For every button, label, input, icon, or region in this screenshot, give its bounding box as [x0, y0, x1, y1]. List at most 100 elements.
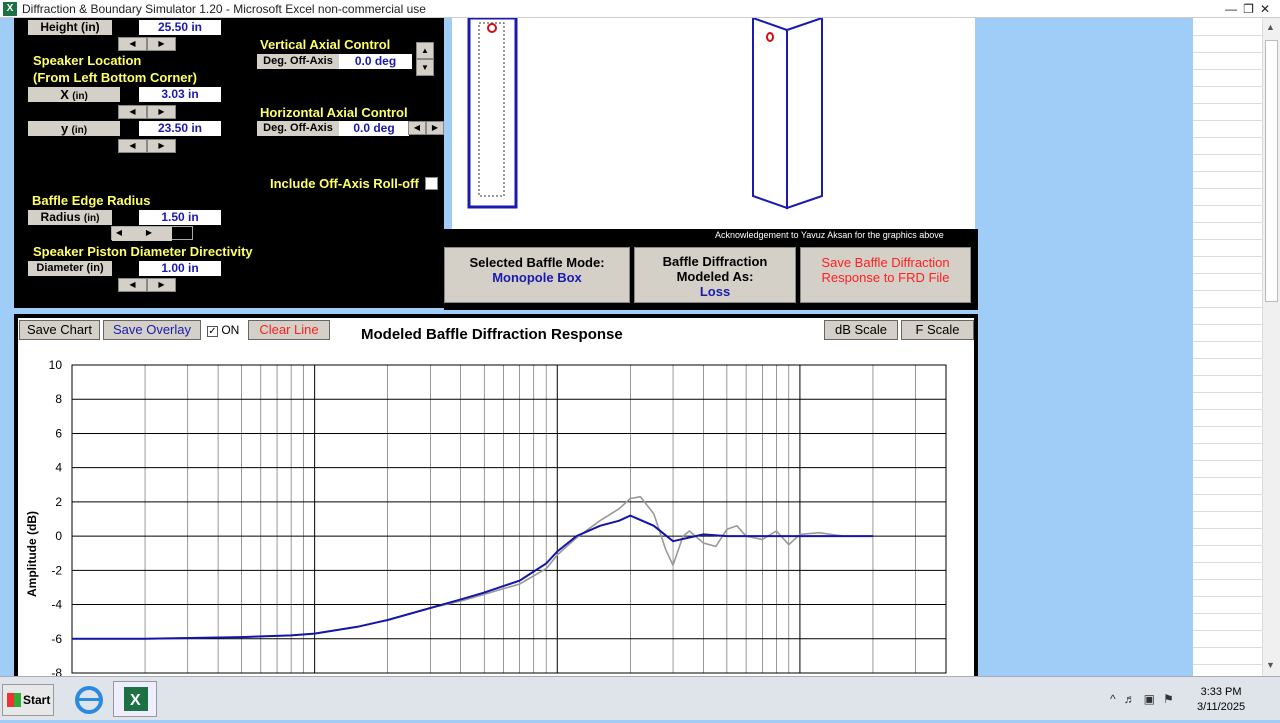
speaker-location-title: Speaker Location [33, 53, 142, 68]
start-button[interactable]: Start [2, 684, 54, 716]
left-arrow-icon[interactable]: ◀ [118, 278, 147, 292]
radius-cell: Radius (in) 1.50 in [28, 210, 221, 225]
internet-explorer-icon[interactable] [66, 681, 110, 717]
left-arrow-icon[interactable]: ◀ [112, 227, 126, 241]
diameter-cell: Diameter (in) 1.00 in [28, 261, 221, 276]
flag-icon[interactable]: ⚑ [1163, 692, 1182, 706]
height-spinner[interactable]: ◀ ▶ [118, 37, 176, 51]
row-gridline [1193, 103, 1262, 104]
radius-value[interactable]: 1.50 in [139, 210, 221, 225]
plot-border [71, 364, 947, 674]
row-gridline [1193, 137, 1262, 138]
scrollbar-thumb[interactable] [1265, 40, 1278, 302]
left-arrow-icon[interactable]: ◀ [118, 139, 147, 153]
row-gridline [1193, 647, 1262, 648]
y-value[interactable]: 23.50 in [139, 121, 221, 136]
right-arrow-icon[interactable]: ▶ [147, 139, 176, 153]
row-gridline [1193, 477, 1262, 478]
row-gridline [1193, 630, 1262, 631]
y-tick-label: 6 [55, 426, 62, 440]
horizontal-value[interactable]: 0.0 deg [339, 121, 409, 136]
horizontal-spinner[interactable]: ◀ ▶ [408, 121, 444, 135]
save-frd-line1: Save Baffle Diffraction [821, 255, 950, 270]
close-icon[interactable]: ✕ [1260, 2, 1276, 16]
down-arrow-icon[interactable]: ▼ [416, 59, 434, 76]
row-gridline [1193, 341, 1262, 342]
y-spinner[interactable]: ◀ ▶ [118, 139, 176, 153]
y-label-unit: (in) [71, 125, 88, 136]
modeled-label-2: Modeled As: [676, 269, 754, 284]
row-gridline [1193, 290, 1262, 291]
horizontal-label: Deg. Off-Axis [257, 121, 339, 136]
y-tick-label: 4 [55, 461, 62, 475]
selected-mode-label: Selected Baffle Mode: [469, 255, 605, 270]
y-cell: y (in) 23.50 in [28, 121, 221, 136]
left-arrow-icon[interactable]: ◀ [118, 105, 147, 119]
excel-taskbar-icon[interactable]: X [113, 681, 157, 717]
right-arrow-icon[interactable]: ▶ [426, 121, 444, 135]
x-cell: X (in) 3.03 in [28, 87, 221, 102]
piston-title: Speaker Piston Diameter Directivity [33, 244, 253, 259]
row-gridline [1193, 171, 1262, 172]
row-gridline [1193, 86, 1262, 87]
baffle-inner-outline [478, 22, 505, 197]
row-gridline [1193, 358, 1262, 359]
diameter-spinner[interactable]: ◀ ▶ [118, 278, 176, 292]
right-arrow-icon[interactable]: ▶ [147, 278, 176, 292]
row-gridline [1193, 494, 1262, 495]
height-value[interactable]: 25.50 in [139, 20, 221, 35]
restore-icon[interactable]: ❐ [1243, 2, 1260, 16]
diameter-label: Diameter (in) [28, 261, 112, 276]
left-arrow-icon[interactable]: ◀ [408, 121, 426, 135]
left-arrow-icon[interactable]: ◀ [118, 37, 147, 51]
title-bar: X Diffraction & Boundary Simulator 1.20 … [0, 0, 1280, 18]
right-arrow-icon[interactable]: ▶ [126, 227, 172, 241]
x-spinner[interactable]: ◀ ▶ [118, 105, 176, 119]
y-axis-label: Amplitude (dB) [25, 511, 39, 597]
row-gridline [1193, 579, 1262, 580]
horizontal-cell: Deg. Off-Axis 0.0 deg [257, 121, 409, 136]
right-arrow-icon[interactable]: ▶ [147, 37, 176, 51]
rolloff-checkbox[interactable] [425, 177, 438, 190]
row-gridline [1193, 426, 1262, 427]
system-tray[interactable]: ^♬▣⚑ [1110, 692, 1182, 706]
row-gridline [1193, 52, 1262, 53]
modeled-as-box: Baffle Diffraction Modeled As: Loss [634, 247, 796, 303]
y-tick-label: -6 [51, 632, 62, 646]
row-gridline [1193, 511, 1262, 512]
up-arrow-icon[interactable]: ▲ [416, 42, 434, 59]
excel-app-icon: X [3, 2, 17, 16]
row-gridline [1193, 596, 1262, 597]
height-cell: Height (in) 25.50 in [28, 20, 221, 35]
minimize-icon[interactable]: — [1225, 2, 1243, 16]
edge-radius-title: Baffle Edge Radius [32, 193, 151, 208]
save-frd-button[interactable]: Save Baffle Diffraction Response to FRD … [800, 247, 971, 303]
y-label: y (in) [28, 121, 120, 136]
spreadsheet-columns[interactable] [1193, 18, 1262, 676]
clock[interactable]: 3:33 PM 3/11/2025 [1197, 685, 1245, 715]
right-arrow-icon[interactable]: ▶ [147, 105, 176, 119]
window-title: Diffraction & Boundary Simulator 1.20 - … [22, 2, 426, 16]
chevron-up-icon[interactable]: ^ [1110, 692, 1124, 706]
y-tick-label: 10 [49, 358, 63, 372]
scroll-down-icon[interactable]: ▼ [1266, 660, 1275, 670]
vertical-spinner[interactable]: ▲ ▼ [416, 42, 434, 76]
scroll-up-icon[interactable]: ▲ [1266, 22, 1275, 32]
speaker-icon[interactable]: ♬ [1124, 692, 1144, 706]
x-label-main: X [60, 87, 69, 102]
x-value[interactable]: 3.03 in [139, 87, 221, 102]
network-icon[interactable]: ▣ [1144, 692, 1163, 706]
y-label-main: y [60, 121, 69, 136]
vertical-value[interactable]: 0.0 deg [339, 54, 412, 69]
window-controls[interactable]: —❐✕ [1225, 0, 1276, 18]
y-tick-label: -4 [51, 598, 62, 612]
row-gridline [1193, 392, 1262, 393]
radius-slider[interactable]: ◀ ▶ [111, 226, 193, 241]
diameter-value[interactable]: 1.00 in [139, 261, 221, 276]
clock-date: 3/11/2025 [1197, 701, 1246, 713]
vertical-scrollbar[interactable]: ▲ ▼ [1262, 18, 1280, 676]
row-gridline [1193, 222, 1262, 223]
x-label: X (in) [28, 87, 120, 102]
row-gridline [1193, 443, 1262, 444]
chart-area: Save Chart Save Overlay ✓ ON Clear Line … [18, 318, 974, 676]
